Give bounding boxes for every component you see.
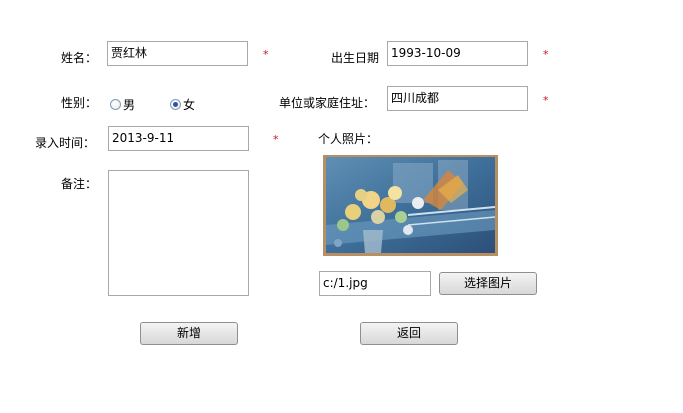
gender-female-option[interactable]: 女: [170, 96, 195, 113]
address-input[interactable]: 四川成都: [387, 86, 528, 111]
gender-female-text: 女: [183, 98, 196, 112]
name-input[interactable]: 贾红林: [107, 41, 248, 66]
entry-time-input[interactable]: 2013-9-11: [108, 126, 249, 151]
choose-photo-button[interactable]: 选择图片: [439, 272, 537, 295]
remark-textarea[interactable]: [108, 170, 249, 296]
entry-required-mark: *: [273, 133, 279, 146]
personal-photo-image: [323, 155, 498, 256]
name-label: 姓名：: [61, 51, 98, 65]
gender-label: 性别：: [61, 96, 98, 110]
gender-male-option[interactable]: 男: [110, 96, 135, 113]
birth-date-input[interactable]: 1993-10-09: [387, 41, 528, 66]
birth-required-mark: *: [543, 48, 549, 61]
entry-time-label: 录入时间：: [35, 136, 96, 150]
gender-male-text: 男: [123, 98, 136, 112]
remark-label: 备注：: [61, 177, 98, 191]
photo-path-input[interactable]: c:/1.jpg: [319, 271, 431, 296]
name-required-mark: *: [263, 48, 269, 61]
birth-date-label: 出生日期: [331, 51, 380, 65]
gender-female-radio[interactable]: [170, 99, 181, 110]
back-button[interactable]: 返回: [360, 322, 458, 345]
address-required-mark: *: [543, 94, 549, 107]
gender-male-radio[interactable]: [110, 99, 121, 110]
address-label: 单位或家庭住址：: [279, 96, 376, 110]
add-button[interactable]: 新增: [140, 322, 238, 345]
photo-label: 个人照片：: [318, 132, 379, 146]
